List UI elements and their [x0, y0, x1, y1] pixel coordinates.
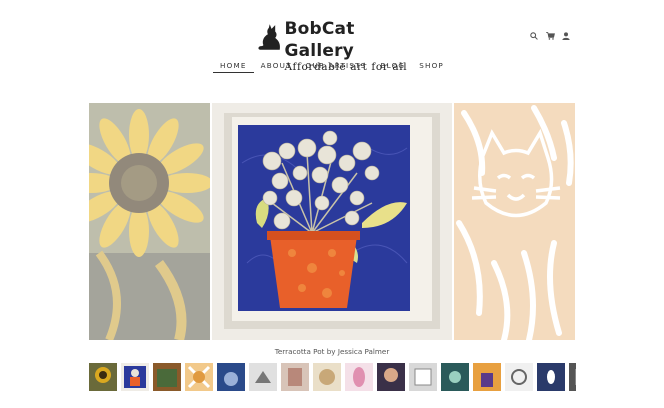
slide-cat-woodcut[interactable]: [454, 103, 575, 340]
nav-shop[interactable]: SHOP: [412, 61, 451, 73]
cat-woodcut-image: [454, 103, 575, 340]
slide-sunflower-painting[interactable]: [89, 103, 210, 340]
thumbnail[interactable]: [345, 363, 373, 391]
thumbnail[interactable]: [153, 363, 181, 391]
cat-logo-icon: [258, 24, 280, 50]
thumbnail[interactable]: [313, 363, 341, 391]
thumbnail-strip: [89, 363, 576, 391]
search-icon[interactable]: [529, 31, 539, 41]
thumbnail[interactable]: [121, 363, 149, 391]
thumbnail[interactable]: [217, 363, 245, 391]
thumbnail[interactable]: [185, 363, 213, 391]
header-icons: [529, 31, 571, 41]
thumbnail[interactable]: [473, 363, 501, 391]
nav-home[interactable]: HOME: [213, 61, 254, 73]
slide-terracotta-pot[interactable]: [212, 103, 452, 340]
nav-about[interactable]: ABOUT: [254, 61, 299, 73]
thumbnail[interactable]: [537, 363, 565, 391]
nav-our-artists[interactable]: OUR ARTISTS: [299, 61, 374, 73]
thumbnail[interactable]: [377, 363, 405, 391]
thumbnail[interactable]: [505, 363, 533, 391]
cart-icon[interactable]: [545, 31, 555, 41]
main-nav: HOME ABOUT OUR ARTISTS BLOG SHOP: [0, 61, 664, 73]
thumbnail[interactable]: [441, 363, 469, 391]
slide-caption: Terracotta Pot by Jessica Palmer: [274, 347, 390, 356]
thumbnail[interactable]: [409, 363, 437, 391]
sunflower-image: [89, 103, 210, 340]
terracotta-pot-image: [212, 103, 452, 340]
nav-blog[interactable]: BLOG: [373, 61, 412, 73]
site-title: BobCat Gallery: [284, 19, 355, 61]
thumbnail[interactable]: [89, 363, 117, 391]
gallery-carousel: [89, 103, 575, 340]
thumbnail[interactable]: [281, 363, 309, 391]
site-logo[interactable]: BobCat Gallery Affordable art for all: [257, 18, 417, 73]
thumbnail[interactable]: [569, 363, 576, 391]
user-icon[interactable]: [561, 31, 571, 41]
thumbnail[interactable]: [249, 363, 277, 391]
